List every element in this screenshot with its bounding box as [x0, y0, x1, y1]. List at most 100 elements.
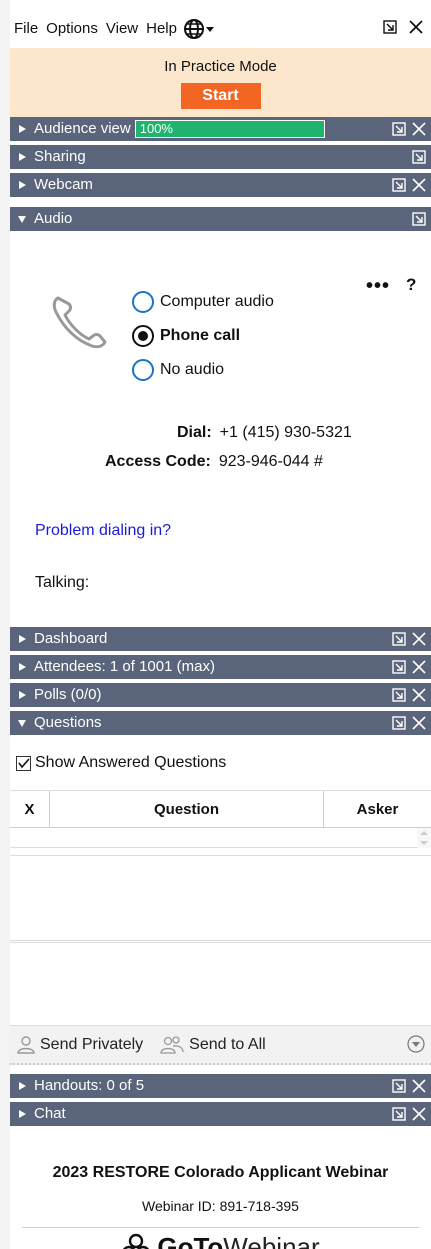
section-label: Chat: [34, 1105, 66, 1122]
restore-window-button[interactable]: [381, 18, 399, 36]
section-controls: [391, 120, 427, 138]
dial-row: Dial: +1 (415) 930-5321: [177, 424, 352, 442]
control-panel: File Options View Help In Practice Mode …: [10, 0, 431, 1249]
close-icon: [412, 178, 426, 192]
send-options-button[interactable]: [407, 1035, 425, 1058]
person-icon: [17, 1035, 35, 1054]
pop-out-button[interactable]: [391, 686, 407, 704]
language-menu[interactable]: [183, 18, 215, 40]
radio-button[interactable]: [132, 325, 154, 347]
radio-phone-call[interactable]: Phone call: [132, 325, 240, 347]
answer-input[interactable]: [10, 943, 431, 1025]
section-controls: [391, 686, 427, 704]
collapse-icon: [10, 718, 34, 728]
column-header-asker[interactable]: Asker: [324, 791, 431, 827]
checkmark-icon: [17, 758, 30, 769]
radio-button[interactable]: [132, 291, 154, 313]
globe-icon: [183, 19, 204, 39]
audio-more-button[interactable]: •••: [366, 275, 390, 298]
menu-help[interactable]: Help: [142, 18, 181, 40]
dial-label: Dial:: [177, 424, 212, 441]
questions-scrollbar[interactable]: [417, 828, 431, 848]
phone-icon: [50, 292, 110, 354]
window-controls: [381, 18, 425, 36]
webinar-title: 2023 RESTORE Colorado Applicant Webinar: [52, 1164, 389, 1181]
pop-out-icon: [392, 1107, 406, 1121]
close-section-button[interactable]: [411, 658, 427, 676]
start-button[interactable]: Start: [180, 83, 261, 109]
section-questions[interactable]: Questions: [10, 711, 431, 735]
section-controls: [391, 658, 427, 676]
section-label: Audio: [34, 210, 73, 227]
pop-out-icon: [392, 688, 406, 702]
section-attendees[interactable]: Attendees: 1 of 1001 (max): [10, 655, 431, 679]
pop-out-button[interactable]: [391, 120, 407, 138]
radio-computer-audio[interactable]: Computer audio: [132, 291, 274, 313]
close-icon: [412, 1079, 426, 1093]
section-polls[interactable]: Polls (0/0): [10, 683, 431, 707]
pop-out-button[interactable]: [391, 1105, 407, 1123]
pop-out-icon: [392, 178, 406, 192]
column-header-x[interactable]: X: [10, 791, 50, 827]
close-section-button[interactable]: [411, 686, 427, 704]
collapse-icon: [10, 214, 34, 224]
section-handouts[interactable]: Handouts: 0 of 5: [10, 1074, 431, 1098]
pop-out-button[interactable]: [391, 658, 407, 676]
pop-out-icon: [412, 150, 426, 164]
audio-help-button[interactable]: ?: [406, 275, 416, 295]
pop-out-button[interactable]: [391, 714, 407, 732]
pop-out-button[interactable]: [391, 630, 407, 648]
column-header-question[interactable]: Question: [50, 791, 324, 827]
webinar-id: Webinar ID: 891-718-395: [142, 1198, 299, 1214]
close-section-button[interactable]: [411, 714, 427, 732]
section-controls: [391, 714, 427, 732]
pop-out-button[interactable]: [391, 176, 407, 194]
show-answered-toggle[interactable]: Show Answered Questions: [16, 754, 226, 772]
pop-out-button[interactable]: [391, 1077, 407, 1095]
expand-icon: [10, 634, 34, 644]
section-chat[interactable]: Chat: [10, 1102, 431, 1126]
gotowebinar-logo: GoTo Webinar: [10, 1232, 431, 1249]
pop-out-icon: [392, 122, 406, 136]
show-answered-checkbox[interactable]: [16, 755, 31, 771]
expand-icon: [10, 124, 34, 134]
section-audio[interactable]: Audio: [10, 207, 431, 231]
pop-out-button[interactable]: [411, 148, 427, 166]
send-privately-button[interactable]: Send Privately: [16, 1035, 143, 1055]
section-label: Polls (0/0): [34, 686, 102, 703]
close-window-button[interactable]: [407, 18, 425, 36]
radio-label: Phone call: [160, 327, 241, 344]
close-section-button[interactable]: [411, 1077, 427, 1095]
close-section-button[interactable]: [411, 176, 427, 194]
expand-icon: [10, 662, 34, 672]
close-section-button[interactable]: [411, 120, 427, 138]
section-webcam[interactable]: Webcam: [10, 173, 431, 197]
section-audience-view[interactable]: Audience view 100%: [10, 117, 431, 141]
section-sharing[interactable]: Sharing: [10, 145, 431, 169]
talking-label: Talking:: [35, 574, 90, 591]
expand-icon: [10, 1081, 34, 1091]
send-toolbar: Send Privately Send to All: [10, 1025, 431, 1065]
send-to-all-button[interactable]: Send to All: [159, 1035, 266, 1055]
section-dashboard[interactable]: Dashboard: [10, 627, 431, 651]
access-code-value: 923-946-044 #: [218, 453, 323, 470]
send-privately-label: Send Privately: [40, 1035, 144, 1053]
close-icon: [412, 632, 426, 646]
section-controls: [391, 176, 427, 194]
section-label: Handouts: 0 of 5: [34, 1077, 145, 1094]
footer-divider: [22, 1227, 419, 1228]
problem-dialing-link[interactable]: Problem dialing in?: [35, 522, 171, 540]
close-section-button[interactable]: [411, 1105, 427, 1123]
radio-label: No audio: [160, 361, 225, 378]
questions-list[interactable]: [10, 828, 431, 848]
menu-file[interactable]: File: [10, 18, 42, 40]
close-section-button[interactable]: [411, 630, 427, 648]
access-code-row: Access Code: 923-946-044 #: [105, 453, 323, 471]
radio-no-audio[interactable]: No audio: [132, 359, 224, 381]
chevron-down-circle-icon: [407, 1035, 425, 1053]
radio-button[interactable]: [132, 359, 154, 381]
section-controls: [391, 1105, 427, 1123]
pop-out-button[interactable]: [411, 210, 427, 228]
menu-options[interactable]: Options: [42, 18, 102, 40]
menu-view[interactable]: View: [102, 18, 142, 40]
